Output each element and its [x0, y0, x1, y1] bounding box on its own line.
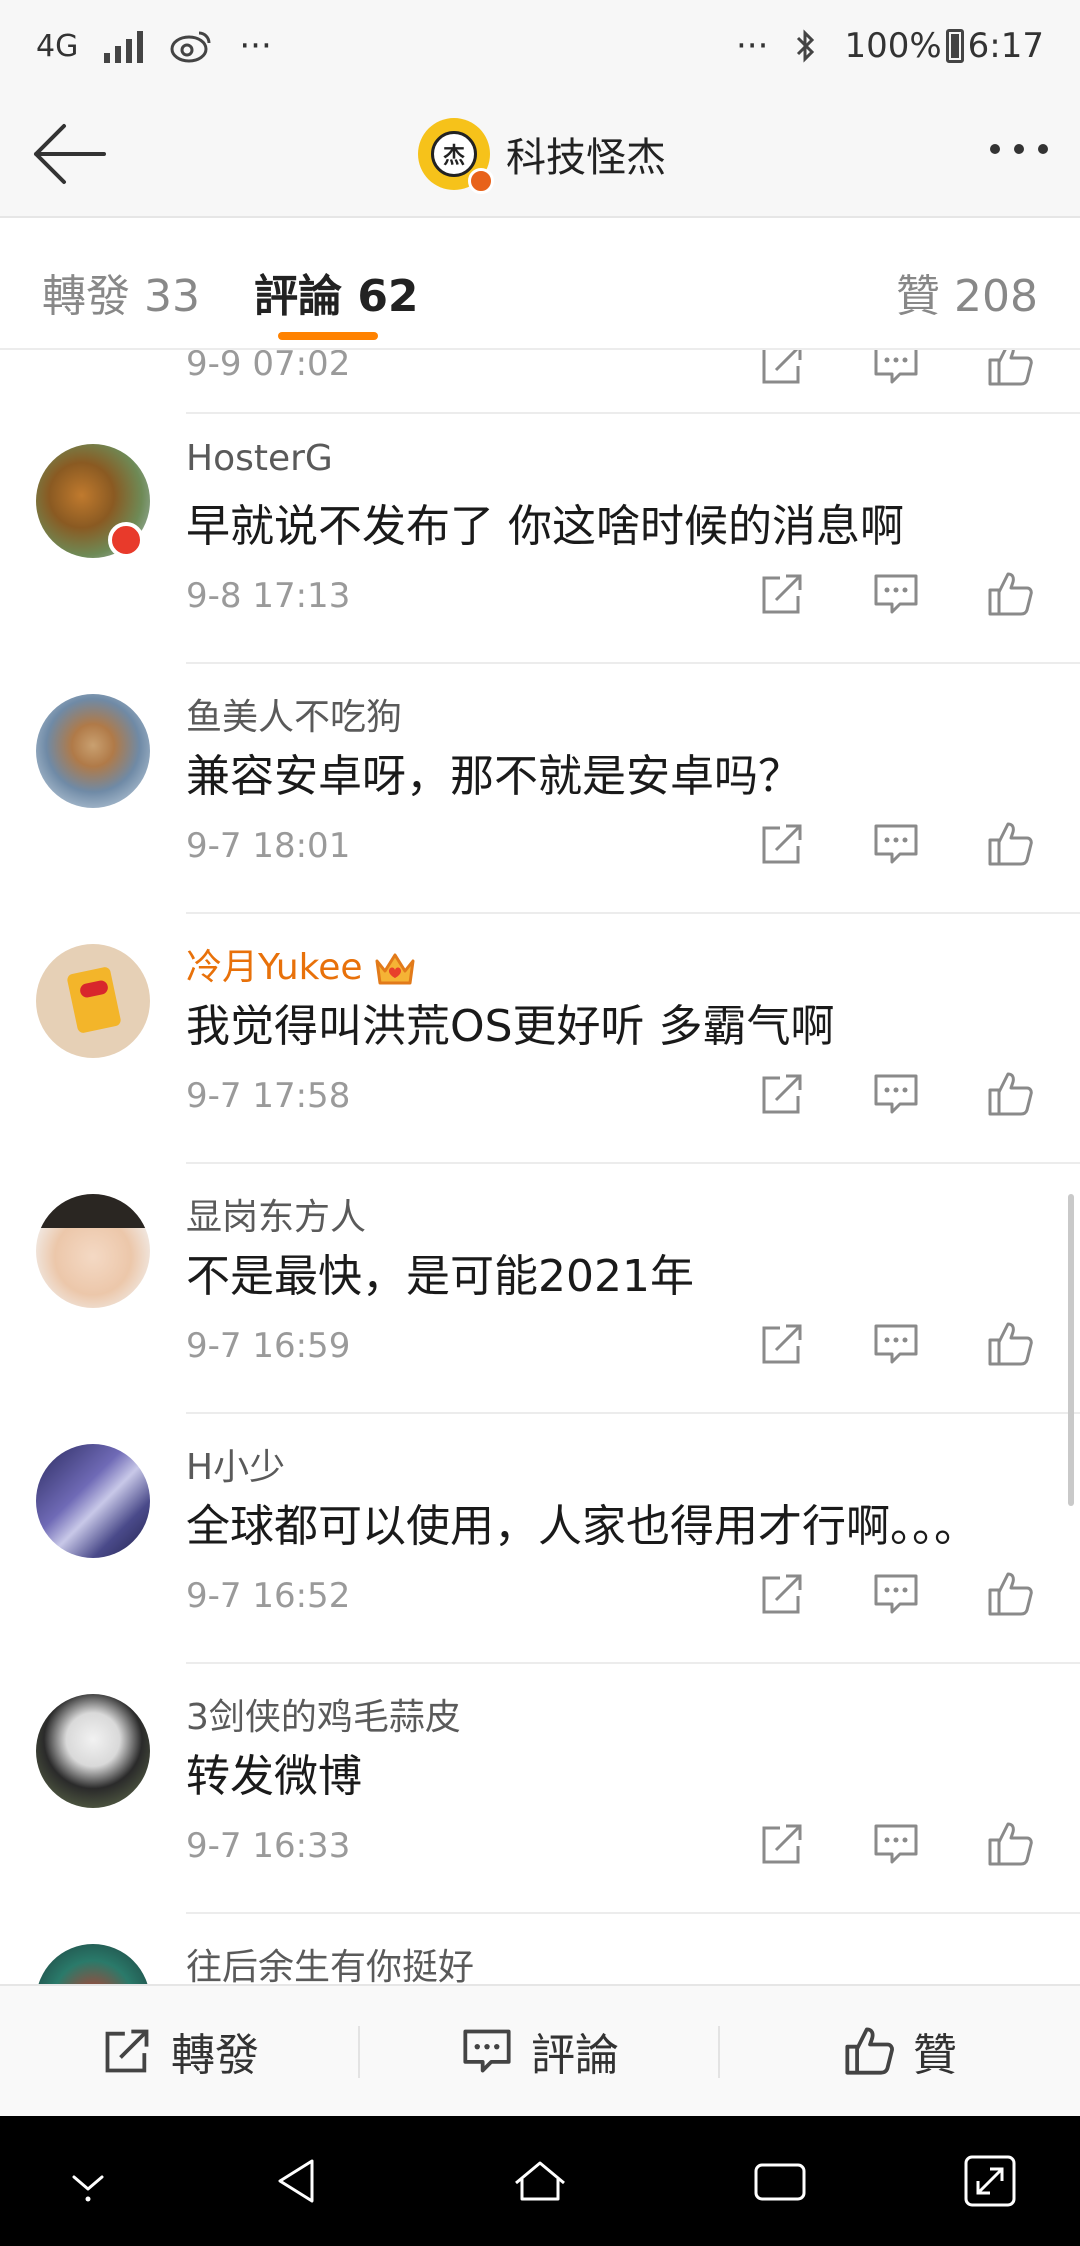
comment-time: 9-7 18:01 — [186, 826, 351, 866]
comment-icon[interactable] — [872, 1570, 920, 1618]
share-icon[interactable] — [758, 570, 806, 618]
signal-icon — [104, 29, 144, 63]
list-item: 冷月Yukee 我觉得叫洪荒OS更好听 多霸气啊 9-7 17:58 — [0, 914, 1080, 1164]
comment-text: 不是最快，是可能2021年 — [186, 1251, 694, 1302]
avatar[interactable] — [36, 1944, 150, 1984]
list-item: 往后余生有你挺好 — [0, 1914, 1080, 1984]
comment-username[interactable]: 往后余生有你挺好 — [186, 1938, 474, 1984]
comment-username[interactable]: 冷月Yukee — [186, 938, 417, 990]
tab-reposts[interactable]: 轉發 33 — [42, 260, 200, 324]
comment-username[interactable]: HosterG — [186, 438, 333, 479]
back-icon[interactable] — [268, 2151, 328, 2211]
share-icon[interactable] — [758, 1320, 806, 1368]
comment-icon[interactable] — [872, 570, 920, 618]
back-arrow-icon[interactable] — [28, 122, 108, 186]
like-icon[interactable] — [986, 1820, 1034, 1868]
comment-time: 9-7 16:33 — [186, 1826, 351, 1866]
scrollbar[interactable] — [1068, 1194, 1074, 1506]
share-icon[interactable] — [758, 350, 806, 388]
comment-text: 全球都可以使用，人家也得用才行啊。。。 — [186, 1501, 978, 1552]
tab-bar: 轉發 33 評論 62 贊 208 — [0, 218, 1080, 350]
list-item: 显岗东方人 不是最快，是可能2021年 9-7 16:59 — [0, 1164, 1080, 1414]
list-item: 鱼美人不吃狗 兼容安卓呀，那不就是安卓吗？ 9-7 18:01 — [0, 664, 1080, 914]
comment-text: 我觉得叫洪荒OS更好听 多霸气啊 — [186, 1001, 835, 1052]
avatar[interactable] — [36, 1444, 150, 1558]
tab-likes[interactable]: 贊 208 — [896, 260, 1038, 324]
comment-username[interactable]: 3剑侠的鸡毛蒜皮 — [186, 1688, 461, 1740]
more-options-icon[interactable] — [990, 144, 1048, 154]
comment-button[interactable]: 評論 — [360, 1986, 720, 2116]
comment-time: 9-7 16:52 — [186, 1576, 351, 1616]
comment-text: 兼容安卓呀，那不就是安卓吗？ — [186, 751, 802, 802]
header: 杰 科技怪杰 — [0, 92, 1080, 218]
like-icon[interactable] — [986, 1070, 1034, 1118]
comment-text: 转发微博 — [186, 1751, 362, 1802]
comment-time: 9-9 07:02 — [186, 350, 351, 384]
like-icon[interactable] — [986, 1320, 1034, 1368]
comment-list[interactable]: 9-9 07:02 HosterG 早就说不发布了 你这啥时候的消息啊 9-8 … — [0, 350, 1080, 1984]
comment-icon[interactable] — [872, 1320, 920, 1368]
system-nav-bar — [0, 2116, 1080, 2246]
share-icon[interactable] — [758, 1570, 806, 1618]
comment-icon — [463, 2029, 511, 2073]
page-title: 科技怪杰 — [506, 135, 666, 181]
comment-username[interactable]: 鱼美人不吃狗 — [186, 688, 402, 740]
share-icon — [105, 2029, 149, 2073]
account-avatar: 杰 — [418, 118, 494, 194]
clock: 6:17 — [967, 26, 1044, 66]
header-account[interactable]: 杰 科技怪杰 — [418, 118, 666, 194]
comment-time: 9-7 17:58 — [186, 1076, 351, 1116]
bluetooth-icon — [797, 29, 815, 63]
avatar[interactable] — [36, 694, 150, 808]
bottom-action-bar: 轉發 評論 贊 — [0, 1984, 1080, 2116]
comment-username[interactable]: H小少 — [186, 1438, 285, 1490]
hide-keyboard-icon[interactable] — [58, 2151, 118, 2211]
like-icon[interactable] — [986, 570, 1034, 618]
share-icon[interactable] — [758, 1070, 806, 1118]
comment-time: 9-7 16:59 — [186, 1326, 351, 1366]
comment-time: 9-8 17:13 — [186, 576, 351, 616]
share-icon[interactable] — [758, 1820, 806, 1868]
home-icon[interactable] — [510, 2151, 570, 2211]
badge-icon — [108, 522, 144, 558]
weibo-icon — [170, 31, 211, 63]
repost-button[interactable]: 轉發 — [0, 1986, 360, 2116]
avatar[interactable] — [36, 1194, 150, 1308]
like-button[interactable]: 贊 — [720, 1986, 1080, 2116]
network-indicator: 4G — [36, 28, 79, 64]
like-icon — [845, 2027, 894, 2075]
avatar[interactable] — [36, 944, 150, 1058]
share-icon[interactable] — [758, 820, 806, 868]
list-item: 3剑侠的鸡毛蒜皮 转发微博 9-7 16:33 — [0, 1664, 1080, 1914]
verified-badge-icon — [468, 168, 494, 194]
comment-text: 早就说不发布了 你这啥时候的消息啊 — [186, 501, 904, 552]
battery-icon — [945, 29, 964, 63]
crown-icon — [375, 953, 415, 985]
notification-dots-right: ··· — [736, 26, 769, 66]
like-icon[interactable] — [986, 350, 1034, 388]
comment-icon[interactable] — [872, 1820, 920, 1868]
active-tab-indicator — [278, 332, 378, 340]
comment-username[interactable]: 显岗东方人 — [186, 1188, 366, 1240]
status-bar: 4G ··· ··· 100% 6:17 — [0, 0, 1080, 92]
notification-dots: ··· — [239, 26, 272, 66]
expand-icon[interactable] — [960, 2151, 1020, 2211]
like-icon[interactable] — [986, 1570, 1034, 1618]
comment-icon[interactable] — [872, 820, 920, 868]
list-item: H小少 全球都可以使用，人家也得用才行啊。。。 9-7 16:52 — [0, 1414, 1080, 1664]
list-item: HosterG 早就说不发布了 你这啥时候的消息啊 9-8 17:13 — [0, 414, 1080, 664]
avatar[interactable] — [36, 1694, 150, 1808]
tab-comments[interactable]: 評論 62 — [254, 260, 419, 324]
list-item: 9-9 07:02 — [0, 350, 1080, 414]
comment-icon[interactable] — [872, 350, 920, 388]
comment-icon[interactable] — [872, 1070, 920, 1118]
recent-apps-icon[interactable] — [750, 2151, 810, 2211]
battery-percent: 100% — [844, 26, 942, 66]
like-icon[interactable] — [986, 820, 1034, 868]
